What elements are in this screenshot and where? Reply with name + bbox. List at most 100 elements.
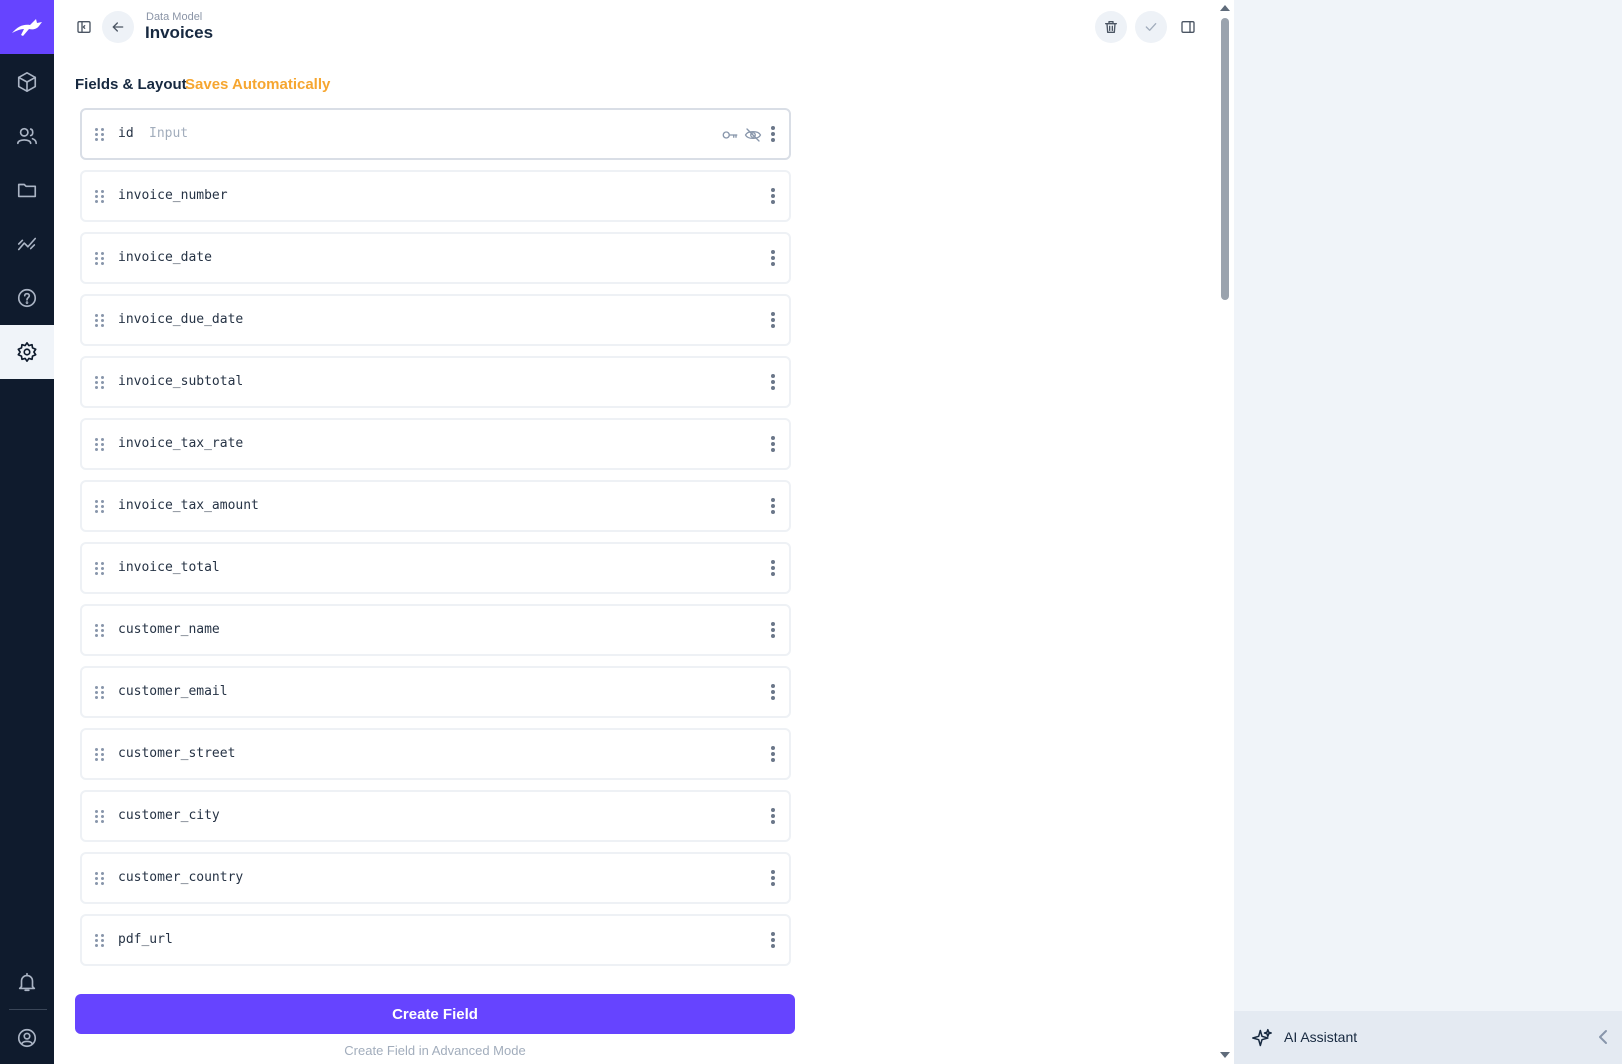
chevron-left-icon[interactable]	[1596, 1029, 1610, 1045]
app-logo[interactable]	[0, 0, 54, 54]
drag-handle-icon[interactable]	[95, 252, 105, 266]
field-row[interactable]: invoice_total	[80, 542, 791, 594]
field-name[interactable]: invoice_tax_amount	[118, 498, 259, 513]
nav-settings-icon[interactable]	[0, 325, 54, 379]
field-name[interactable]: customer_street	[118, 746, 235, 761]
breadcrumb[interactable]: Data Model	[146, 11, 202, 23]
module-bar	[0, 0, 54, 1064]
field-name[interactable]: customer_name	[118, 622, 220, 637]
field-row[interactable]: invoice_date	[80, 232, 791, 284]
field-name[interactable]: invoice_subtotal	[118, 374, 243, 389]
field-row[interactable]: invoice_due_date	[80, 294, 791, 346]
toggle-nav-button[interactable]	[68, 11, 100, 43]
more-options-icon[interactable]	[770, 126, 776, 142]
field-name[interactable]: invoice_number	[118, 188, 228, 203]
hidden-eye-off-icon[interactable]	[744, 126, 762, 144]
more-options-icon[interactable]	[770, 498, 776, 514]
insights-icon	[17, 237, 37, 251]
nav-files-icon[interactable]	[0, 163, 54, 217]
field-row[interactable]: customer_street	[80, 728, 791, 780]
primary-key-icon	[721, 126, 739, 144]
help-icon	[17, 288, 37, 308]
field-row[interactable]: pdf_url	[80, 914, 791, 966]
more-options-icon[interactable]	[770, 188, 776, 204]
trash-icon	[1105, 21, 1117, 33]
drag-handle-icon[interactable]	[95, 190, 105, 204]
field-row[interactable]: id Input	[80, 108, 791, 160]
drag-handle-icon[interactable]	[95, 624, 105, 638]
more-options-icon[interactable]	[770, 250, 776, 266]
field-row[interactable]: customer_name	[80, 604, 791, 656]
cube-icon	[17, 72, 37, 92]
drag-handle-icon[interactable]	[95, 872, 105, 886]
toggle-sidebar-button[interactable]	[1172, 11, 1204, 43]
more-options-icon[interactable]	[770, 932, 776, 948]
scrollbar-thumb[interactable]	[1221, 18, 1229, 300]
field-name[interactable]: invoice_date	[118, 250, 212, 265]
field-name[interactable]: customer_country	[118, 870, 243, 885]
page-title: Invoices	[145, 23, 214, 42]
field-name[interactable]: invoice_total	[118, 560, 220, 575]
ai-assistant-label: AI Assistant	[1284, 1029, 1358, 1045]
drag-handle-icon[interactable]	[95, 128, 105, 142]
field-name[interactable]: customer_city	[118, 808, 220, 823]
field-name[interactable]: invoice_due_date	[118, 312, 243, 327]
more-options-icon[interactable]	[770, 436, 776, 452]
nav-help-icon[interactable]	[0, 271, 54, 325]
field-row[interactable]: invoice_tax_rate	[80, 418, 791, 470]
right-sidebar: AI Assistant	[1234, 0, 1622, 1064]
field-row[interactable]: customer_country	[80, 852, 791, 904]
drag-handle-icon[interactable]	[95, 748, 105, 762]
back-button[interactable]	[102, 11, 134, 43]
drag-handle-icon[interactable]	[95, 314, 105, 328]
more-options-icon[interactable]	[770, 312, 776, 328]
more-options-icon[interactable]	[770, 622, 776, 638]
folder-icon	[17, 183, 37, 198]
scroll-down-arrow[interactable]	[1220, 1052, 1230, 1058]
field-interface-type: Input	[149, 126, 189, 141]
account-icon	[17, 1028, 37, 1048]
scroll-up-arrow[interactable]	[1220, 5, 1230, 11]
field-name[interactable]: id	[118, 126, 134, 141]
bell-icon	[18, 972, 36, 992]
field-name[interactable]: pdf_url	[118, 932, 173, 947]
create-field-button[interactable]: Create Field	[75, 994, 795, 1034]
more-options-icon[interactable]	[770, 808, 776, 824]
nav-content-icon[interactable]	[0, 55, 54, 109]
nav-user-account-icon[interactable]	[0, 1011, 54, 1064]
field-row[interactable]: invoice_subtotal	[80, 356, 791, 408]
ai-assistant-toggle[interactable]: AI Assistant	[1234, 1011, 1622, 1064]
more-options-icon[interactable]	[770, 746, 776, 762]
nav-notifications-icon[interactable]	[0, 955, 54, 1009]
drag-handle-icon[interactable]	[95, 438, 105, 452]
drag-handle-icon[interactable]	[95, 376, 105, 390]
create-field-advanced-link[interactable]: Create Field in Advanced Mode	[75, 1043, 795, 1058]
drag-handle-icon[interactable]	[95, 686, 105, 700]
more-options-icon[interactable]	[770, 560, 776, 576]
drag-handle-icon[interactable]	[95, 562, 105, 576]
autosave-notice: Saves Automatically	[185, 76, 331, 93]
sidebar-right-icon	[1181, 21, 1195, 33]
nav-users-icon[interactable]	[0, 109, 54, 163]
check-icon	[1145, 22, 1157, 31]
drag-handle-icon[interactable]	[95, 500, 105, 514]
arrow-left-icon	[112, 22, 124, 32]
users-icon	[17, 127, 37, 145]
save-button[interactable]	[1135, 11, 1167, 43]
rabbit-logo-icon	[12, 19, 42, 36]
nav-insights-icon[interactable]	[0, 217, 54, 271]
more-options-icon[interactable]	[770, 684, 776, 700]
sidebar-left-icon	[77, 21, 91, 33]
field-row[interactable]: invoice_number	[80, 170, 791, 222]
field-name[interactable]: customer_email	[118, 684, 228, 699]
drag-handle-icon[interactable]	[95, 810, 105, 824]
field-row[interactable]: invoice_tax_amount	[80, 480, 791, 532]
more-options-icon[interactable]	[770, 870, 776, 886]
more-options-icon[interactable]	[770, 374, 776, 390]
field-name[interactable]: invoice_tax_rate	[118, 436, 243, 451]
delete-button[interactable]	[1095, 11, 1127, 43]
drag-handle-icon[interactable]	[95, 934, 105, 948]
field-row[interactable]: customer_email	[80, 666, 791, 718]
gear-icon	[17, 342, 37, 362]
field-row[interactable]: customer_city	[80, 790, 791, 842]
